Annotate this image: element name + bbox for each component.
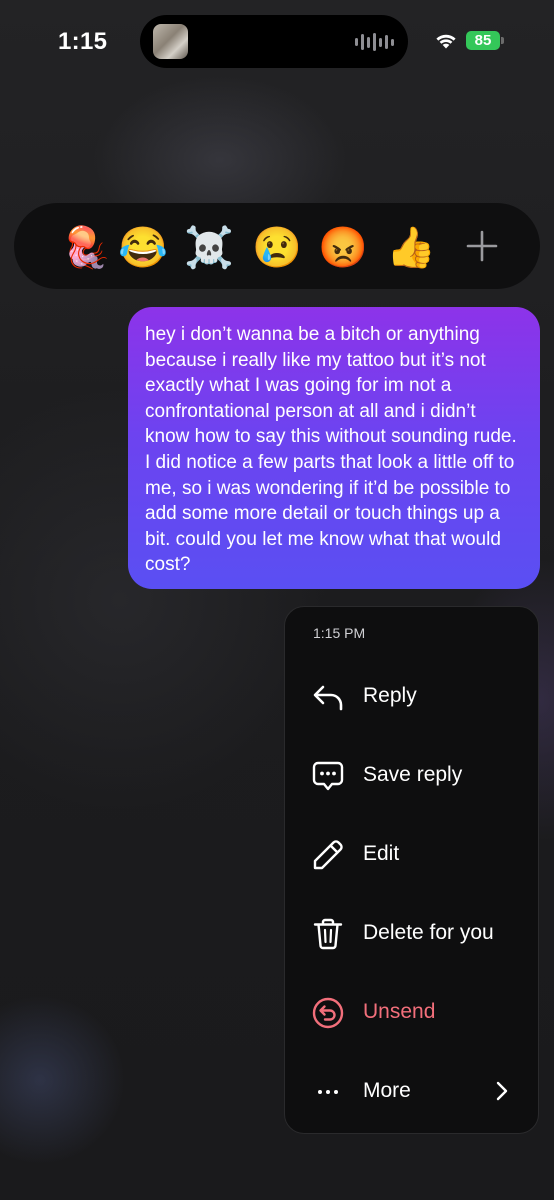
chevron-right-icon — [496, 1081, 508, 1101]
chat-bubble-dots-icon — [312, 761, 344, 791]
reply-label: Reply — [363, 684, 417, 707]
audio-waveform-icon — [355, 32, 394, 52]
pencil-icon — [313, 840, 343, 870]
save-reply-label: Save reply — [363, 763, 463, 786]
reaction-bar: 🪼 😂 ☠️ 😢 😡 👍 — [14, 203, 540, 289]
edit-label: Edit — [363, 842, 400, 865]
reply-arrow-icon — [313, 685, 343, 711]
edit-menu-item[interactable]: Edit — [285, 822, 538, 886]
status-time: 1:15 — [58, 28, 108, 55]
dynamic-island[interactable] — [140, 15, 408, 68]
wifi-icon — [436, 34, 456, 49]
more-menu-item[interactable]: More — [285, 1059, 538, 1123]
battery-indicator: 85 — [466, 31, 500, 50]
reply-menu-item[interactable]: Reply — [285, 664, 538, 728]
trash-icon — [313, 918, 343, 950]
jellyfish-reaction[interactable]: 🪼 — [61, 224, 111, 272]
save-reply-menu-item[interactable]: Save reply — [285, 743, 538, 807]
message-timestamp: 1:15 PM — [313, 625, 366, 641]
angry-face-reaction[interactable]: 😡 — [318, 224, 368, 272]
delete-for-you-label: Delete for you — [363, 921, 494, 944]
status-bar: 1:15 85 — [0, 0, 554, 84]
unsend-icon — [312, 997, 344, 1029]
now-playing-artwork — [153, 24, 188, 59]
ellipsis-icon — [318, 1090, 338, 1094]
crying-face-reaction[interactable]: 😢 — [252, 224, 302, 272]
tears-of-joy-reaction[interactable]: 😂 — [118, 224, 168, 272]
plus-icon[interactable] — [462, 226, 502, 266]
message-bubble[interactable]: hey i don’t wanna be a bitch or anything… — [128, 307, 540, 589]
skull-crossbones-reaction[interactable]: ☠️ — [184, 224, 234, 272]
unsend-label: Unsend — [363, 1000, 436, 1023]
thumbs-up-reaction[interactable]: 👍 — [386, 224, 436, 272]
unsend-menu-item[interactable]: Unsend — [285, 980, 538, 1044]
delete-for-you-menu-item[interactable]: Delete for you — [285, 901, 538, 965]
more-label: More — [363, 1079, 411, 1102]
message-context-menu: 1:15 PM Reply Save reply Edit Delete for… — [284, 606, 539, 1134]
battery-tip — [501, 37, 504, 44]
